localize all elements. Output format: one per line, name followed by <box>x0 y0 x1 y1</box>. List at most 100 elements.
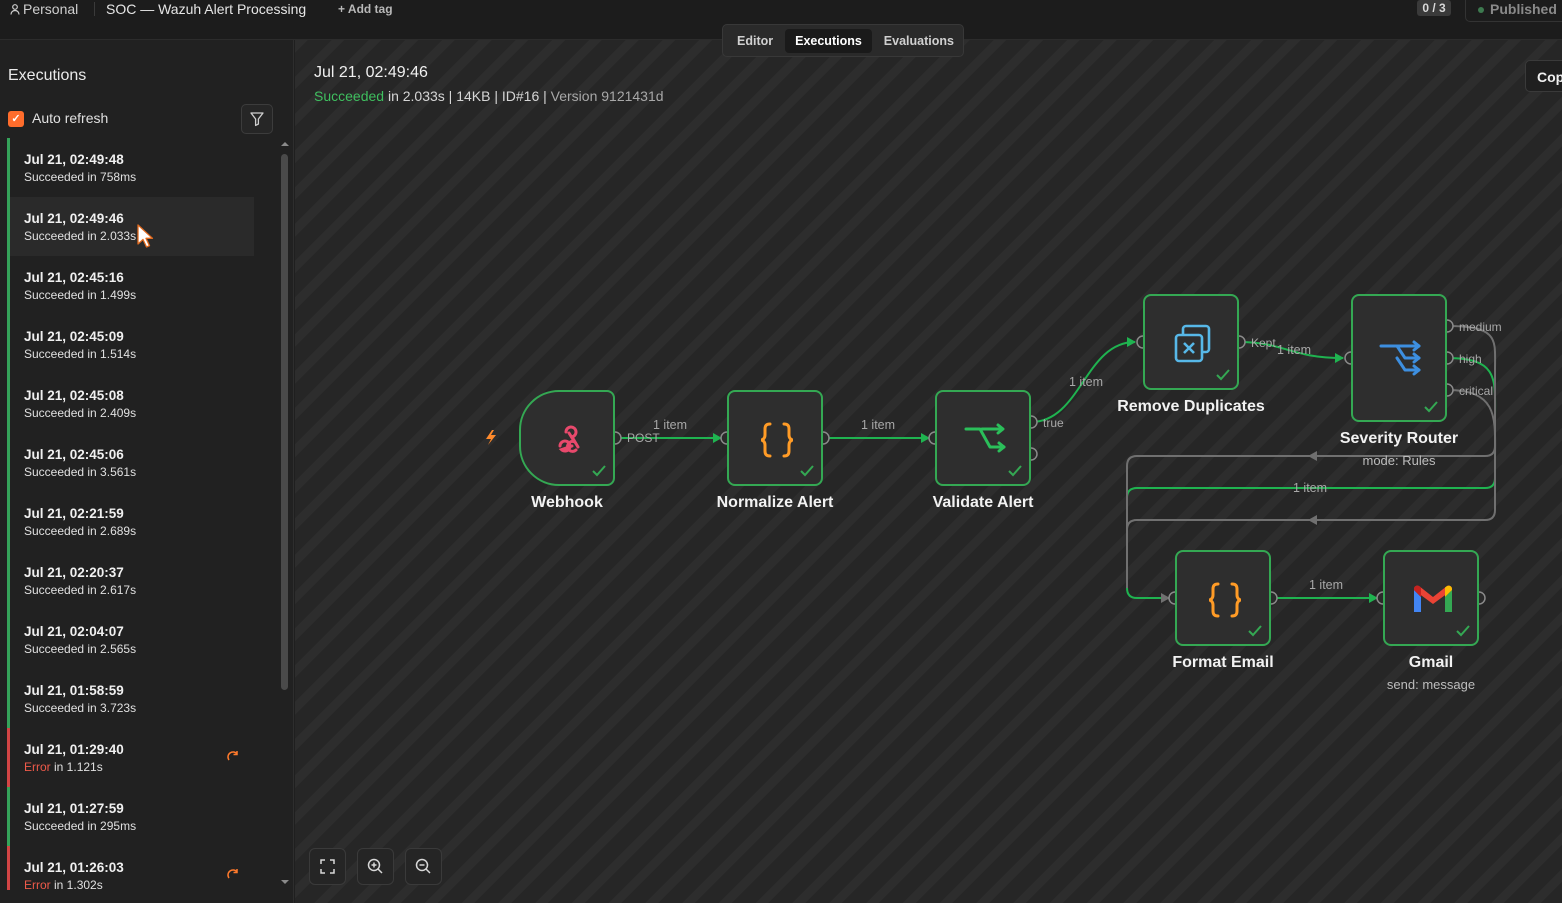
execution-list-item[interactable]: Jul 21, 02:49:48 Succeeded in 758ms <box>7 138 254 197</box>
zoom-in-button[interactable] <box>357 848 394 885</box>
workflow-name[interactable]: SOC — Wazuh Alert Processing <box>106 0 306 18</box>
add-tag-button[interactable]: + Add tag <box>338 0 393 18</box>
filter-icon <box>250 112 264 127</box>
execution-list: Jul 21, 02:49:48 Succeeded in 758ms Jul 21… <box>7 138 254 890</box>
if-branch-icon <box>964 423 1006 453</box>
execution-duration: in 2.565s <box>84 642 137 656</box>
node-normalize-alert[interactable] <box>727 390 823 486</box>
execution-time: Jul 21, 02:49:48 <box>24 152 124 167</box>
edge-label: 1 item <box>1069 375 1104 389</box>
node-validate-alert[interactable] <box>935 390 1031 486</box>
node-subtitle: send: message <box>1386 677 1476 692</box>
success-check-icon <box>1248 625 1262 637</box>
filter-button[interactable] <box>241 104 273 134</box>
retry-icon[interactable] <box>226 868 240 882</box>
switch-icon <box>1379 340 1421 376</box>
tab-executions[interactable]: Executions <box>785 29 872 53</box>
execution-list-item[interactable]: Jul 21, 02:45:06 Succeeded in 3.561s <box>7 433 254 492</box>
auto-refresh-checkbox[interactable]: ✓ <box>8 111 24 127</box>
node-subtitle: mode: Rules <box>1362 453 1436 468</box>
success-check-icon <box>592 465 606 477</box>
execution-list-item[interactable]: Jul 21, 01:58:59 Succeeded in 3.723s <box>7 669 254 728</box>
node-format-email[interactable] <box>1175 550 1271 646</box>
sidebar-title: Executions <box>8 67 87 84</box>
code-braces-icon <box>760 422 794 458</box>
execution-list-item[interactable]: Jul 21, 01:26:03 Error in 1.302s <box>7 846 254 890</box>
node-label: Gmail <box>1408 654 1454 671</box>
execution-status: Succeeded <box>24 465 85 479</box>
zoom-out-icon <box>415 858 431 874</box>
execution-list-item[interactable]: Jul 21, 02:45:16 Succeeded in 1.499s <box>7 256 254 315</box>
execution-time: Jul 21, 01:29:40 <box>24 742 124 757</box>
node-remove-duplicates[interactable] <box>1143 294 1239 390</box>
execution-status: Succeeded <box>24 701 85 715</box>
fit-view-icon <box>320 859 335 874</box>
scroll-thumb[interactable] <box>281 154 288 690</box>
execution-status: Succeeded <box>24 642 85 656</box>
mouse-cursor-icon <box>137 224 154 248</box>
execution-duration: in 1.499s <box>84 288 137 302</box>
execution-list-item[interactable]: Jul 21, 01:27:59 Succeeded in 295ms <box>7 787 254 846</box>
execution-duration: in 2.033s <box>84 229 137 243</box>
execution-duration: in 1.121s <box>50 760 103 774</box>
auto-refresh-label[interactable]: Auto refresh <box>32 110 108 126</box>
view-tabs: Editor Executions Evaluations <box>722 24 964 57</box>
execution-status-line: Succeeded in 295ms <box>24 819 254 833</box>
published-toggle[interactable]: Published <box>1465 0 1562 22</box>
scroll-down-icon[interactable] <box>279 878 291 886</box>
zoom-out-button[interactable] <box>405 848 442 885</box>
execution-status-line: Succeeded in 2.565s <box>24 642 254 656</box>
workflow-canvas[interactable]: Jul 21, 02:49:46 Succeeded in 2.033s | 1… <box>295 40 1562 903</box>
fit-view-button[interactable] <box>309 848 346 885</box>
webhook-icon <box>558 425 580 453</box>
execution-time: Jul 21, 01:58:59 <box>24 683 124 698</box>
execution-time: Jul 21, 01:27:59 <box>24 801 124 816</box>
execution-status: Succeeded <box>24 406 85 420</box>
tab-evaluations[interactable]: Evaluations <box>874 29 964 53</box>
edge-label: 1 item <box>861 418 896 432</box>
execution-status-line: Succeeded in 2.409s <box>24 406 254 420</box>
execution-duration: in 3.561s <box>84 465 137 479</box>
execution-status: Succeeded <box>24 347 85 361</box>
execution-list-item[interactable]: Jul 21, 02:04:07 Succeeded in 2.565s <box>7 610 254 669</box>
counter-badge: 0 / 3 <box>1417 0 1451 16</box>
node-webhook[interactable] <box>519 390 615 486</box>
node-gmail[interactable] <box>1383 550 1479 646</box>
execution-status-line: Succeeded in 2.689s <box>24 524 254 538</box>
execution-time: Jul 21, 02:45:08 <box>24 388 124 403</box>
execution-list-item[interactable]: Jul 21, 02:45:09 Succeeded in 1.514s <box>7 315 254 374</box>
execution-duration: in 3.723s <box>84 701 137 715</box>
scroll-up-icon[interactable] <box>279 140 291 148</box>
published-label: Published <box>1490 1 1557 17</box>
execution-status-line: Succeeded in 1.514s <box>24 347 254 361</box>
execution-time: Jul 21, 02:21:59 <box>24 506 124 521</box>
execution-time: Jul 21, 02:04:07 <box>24 624 124 639</box>
execution-time: Jul 21, 02:45:06 <box>24 447 124 462</box>
execution-list-item[interactable]: Jul 21, 02:21:59 Succeeded in 2.689s <box>7 492 254 551</box>
execution-status-line: Succeeded in 2.617s <box>24 583 254 597</box>
output-label-critical: critical <box>1459 384 1494 398</box>
success-check-icon <box>1008 465 1022 477</box>
project-name: Personal <box>23 1 79 17</box>
execution-duration: in 2.617s <box>84 583 137 597</box>
retry-icon[interactable] <box>226 750 240 764</box>
execution-status: Succeeded <box>24 819 85 833</box>
execution-list-item[interactable]: Jul 21, 02:45:08 Succeeded in 2.409s <box>7 374 254 433</box>
success-check-icon <box>1216 369 1230 381</box>
project-breadcrumb[interactable]: Personal <box>10 0 78 18</box>
execution-list-item[interactable]: Jul 21, 02:20:37 Succeeded in 2.617s <box>7 551 254 610</box>
success-check-icon <box>1424 401 1438 413</box>
scrollbar[interactable] <box>279 140 291 890</box>
arrowhead <box>1335 353 1344 363</box>
success-check-icon <box>800 465 814 477</box>
execution-list-item[interactable]: Jul 21, 02:49:46 Succeeded in 2.033s <box>7 197 254 256</box>
tab-editor[interactable]: Editor <box>727 29 783 53</box>
node-severity-router[interactable] <box>1351 294 1447 422</box>
execution-status-line: Error in 1.302s <box>24 878 254 890</box>
execution-status-line: Succeeded in 1.499s <box>24 288 254 302</box>
execution-list-item[interactable]: Jul 21, 01:29:40 Error in 1.121s <box>7 728 254 787</box>
execution-duration: in 2.409s <box>84 406 137 420</box>
remove-duplicates-icon <box>1174 324 1211 363</box>
execution-status-line: Error in 1.121s <box>24 760 254 774</box>
output-label-true: true <box>1043 416 1064 430</box>
